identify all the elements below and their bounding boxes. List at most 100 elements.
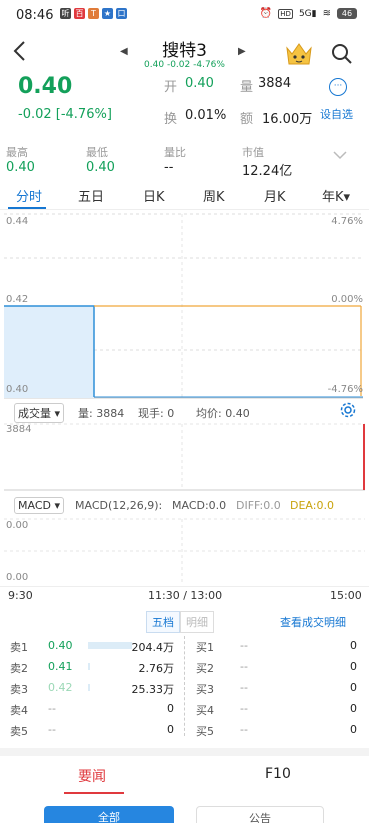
sell-volume-bar [88,663,90,670]
tab-chart-0[interactable]: 分时 [16,186,42,205]
notification-icon: ★ [102,8,113,19]
hd-icon: HD [278,8,293,19]
sell-qty: 2.76万 [138,662,175,675]
view-trade-details-link[interactable]: 查看成交明细 [280,614,346,630]
pct-label-mid: 0.00% [331,294,363,305]
add-watchlist-icon[interactable]: ··· [329,78,347,96]
current-price: 0.40 [18,74,73,99]
pct-label-top: 4.76% [331,216,363,227]
macd-chart [4,518,365,585]
stat-label: 市值 [242,146,264,159]
sell-qty: 25.33万 [131,683,175,696]
tab-chart-4[interactable]: 月K [264,186,286,205]
next-stock-icon[interactable]: ▶ [238,46,246,57]
turnover-label: 换 [164,112,178,127]
y-label-bottom: 0.40 [6,384,29,395]
tab-f10[interactable]: F10 [265,766,291,782]
tab-details[interactable]: 明细 [180,611,214,633]
alarm-icon: ⏰ [259,8,273,19]
sell-level-label: 卖5 [10,725,28,738]
wifi-icon: ≋ [322,8,331,19]
macd-dropdown-label: MACD [18,499,51,512]
tab-five-levels[interactable]: 五档 [146,611,180,633]
time-mid: 11:30 / 13:00 [148,589,223,602]
stat-value: 0.40 [86,160,115,175]
buy-qty: 0 [350,639,357,652]
notification-icon: 百 [74,8,85,19]
y-label-mid: 0.42 [6,294,29,305]
sell-price: 0.40 [48,639,73,652]
sell-price: 0.42 [48,681,73,694]
open-label: 开 [164,80,178,95]
stat-value: -- [164,160,174,175]
diff-value: DIFF:0.0 [236,499,281,512]
macd-indicator-dropdown[interactable]: MACD ▾ [14,497,65,514]
buy-level-label: 买5 [196,725,214,738]
tab-chart-5[interactable]: 年K▾ [322,186,350,205]
buy-level-label: 买1 [196,641,214,654]
sell-price: -- [48,723,56,736]
tab-chart-1[interactable]: 五日 [78,186,104,205]
buy-price: -- [240,702,248,715]
signal-icon: 5G▮ [298,8,317,19]
macd-value: MACD:0.0 [172,499,227,512]
y-label-top: 0.44 [6,216,29,227]
chart-tabs: 分时 五日 日K 周K 月K 年K▾ [0,180,369,210]
sub-change: -0.02 [166,60,191,70]
buy-qty: 0 [350,681,357,694]
section-separator [0,748,369,756]
mascot-icon[interactable] [284,40,314,68]
chevron-down-icon[interactable] [332,148,348,164]
status-bar: 08:46 听百 T ★ 口 ⏰ HD 5G▮ ≋ 46 [0,0,369,32]
add-watchlist-button[interactable]: 设自选 [320,106,353,122]
sell-volume-bar [88,684,91,691]
search-icon[interactable] [330,42,354,66]
buy-qty: 0 [350,702,357,715]
dea-value: DEA:0.0 [290,499,334,512]
stat-label: 量比 [164,146,186,159]
all-filter-button[interactable]: 全部 [44,806,174,823]
notification-icon: 口 [116,8,127,19]
sell-level-label: 卖4 [10,704,28,717]
order-book-row: 卖3 0.42 25.33万 买3 -- 0 [0,678,369,699]
buy-qty: 0 [350,660,357,673]
order-book-row: 卖5 -- 0 买5 -- 0 [0,720,369,741]
sell-qty: 204.4万 [131,641,175,654]
sell-qty: 0 [167,702,174,715]
sell-qty: 0 [167,723,174,736]
buy-qty: 0 [350,723,357,736]
buy-price: -- [240,681,248,694]
notification-icon: 听 [60,8,71,19]
buy-level-label: 买2 [196,662,214,675]
settings-gear-icon[interactable] [340,402,356,421]
buy-price: -- [240,639,248,652]
open-value: 0.40 [185,76,214,91]
tab-news[interactable]: 要闻 [78,766,106,786]
avg-price-text: 均价: 0.40 [196,407,250,420]
sell-price: 0.41 [48,660,73,673]
order-book-row: 卖2 0.41 2.76万 买2 -- 0 [0,657,369,678]
buy-price: -- [240,660,248,673]
notification-icon: T [88,8,99,19]
sell-price: -- [48,702,56,715]
volume-value-text: 量: 3884 [78,407,125,420]
notification-icons: 听百 T ★ 口 [60,8,127,19]
volume-label: 量 [240,80,254,95]
stat-label: 最高 [6,146,28,159]
turnover-value: 0.01% [185,108,227,123]
stat-label: 最低 [86,146,108,159]
intraday-chart[interactable] [0,210,369,400]
now-hand-text: 现手: 0 [138,407,175,420]
price-change: -0.02 [-4.76%] [18,107,112,122]
tab-chart-2[interactable]: 日K [143,186,165,205]
notice-filter-button[interactable]: 公告 [196,806,324,823]
stat-value: 0.40 [6,160,35,175]
order-book-row: 卖1 0.40 204.4万 买1 -- 0 [0,636,369,657]
sell-level-label: 卖1 [10,641,28,654]
macd-params: MACD(12,26,9): [75,499,163,512]
tab-underline [8,207,46,209]
tab-chart-3[interactable]: 周K [203,186,225,205]
amount-value: 16.00万 [262,112,313,127]
buy-level-label: 买3 [196,683,214,696]
volume-dropdown-label: 成交量 [18,407,51,420]
